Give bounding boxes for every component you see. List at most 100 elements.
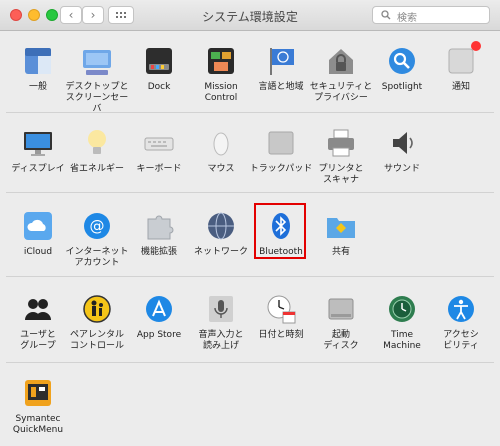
parental-controls-icon	[80, 292, 114, 326]
label-trackpad: トラックパッド	[249, 164, 313, 174]
pref-dock[interactable]: Dock	[126, 44, 192, 93]
label-symantec-quickmenu: Symantec QuickMenu	[12, 414, 64, 435]
label-network: ネットワーク	[193, 247, 248, 257]
language-region-icon	[264, 44, 298, 78]
search-icon	[381, 10, 391, 20]
spotlight-icon	[385, 44, 419, 78]
icloud-icon	[21, 209, 55, 243]
pref-time-machine[interactable]: Time Machine	[369, 292, 435, 352]
energy-saver-icon	[80, 126, 114, 160]
label-printers-scanners: プリンタと スキャナ	[318, 164, 364, 185]
label-displays: ディスプレイ	[11, 164, 65, 174]
label-extensions: 機能拡張	[140, 247, 177, 257]
pref-network[interactable]: ネットワーク	[188, 209, 254, 258]
pref-energy-saver[interactable]: 省エネルギー	[64, 126, 130, 175]
pref-startup-disk[interactable]: 起動 ディスク	[308, 292, 374, 352]
sharing-icon	[324, 209, 358, 243]
display-icon	[21, 126, 55, 160]
label-language-region: 言語と地域	[258, 82, 304, 92]
forward-button[interactable]: ›	[82, 6, 104, 24]
label-dictation-speech: 音声入力と 読み上げ	[198, 330, 244, 351]
pref-icloud[interactable]: iCloud	[5, 209, 71, 258]
chevron-left-icon: ‹	[68, 8, 74, 22]
pref-mouse[interactable]: マウス	[188, 126, 254, 175]
pref-symantec-quickmenu[interactable]: Symantec QuickMenu	[5, 376, 71, 436]
accessibility-icon	[444, 292, 478, 326]
label-desktop-screensaver: デスクトップと スクリーンセーバ	[65, 82, 129, 114]
section-divider	[6, 192, 494, 193]
label-date-time: 日付と時刻	[258, 330, 304, 340]
minimize-window-button[interactable]	[28, 9, 40, 21]
label-mouse: マウス	[207, 164, 235, 174]
label-notifications: 通知	[451, 82, 470, 92]
bluetooth-highlight-box	[254, 203, 306, 259]
system-preferences-window: ‹ › システム環境設定 検索 一般 デスクトップと スクリーンセーバ Dock	[0, 0, 500, 446]
pref-sound[interactable]: サウンド	[369, 126, 435, 175]
extensions-icon	[142, 209, 176, 243]
pref-security-privacy[interactable]: セキュリティと プライバシー	[308, 44, 374, 104]
pref-mission-control[interactable]: Mission Control	[188, 44, 254, 104]
security-icon	[324, 44, 358, 78]
pref-notifications[interactable]: 通知	[428, 41, 494, 93]
trackpad-icon	[264, 126, 298, 160]
symantec-icon	[21, 376, 55, 410]
show-all-button[interactable]	[108, 6, 134, 24]
search-placeholder: 検索	[397, 13, 417, 24]
section-divider	[6, 276, 494, 277]
label-parental-controls: ペアレンタル コントロール	[69, 330, 124, 351]
section-divider	[6, 362, 494, 363]
internet-accounts-icon: @	[80, 209, 114, 243]
title-bar: ‹ › システム環境設定 検索	[0, 0, 500, 31]
pref-language-region[interactable]: 言語と地域	[248, 44, 314, 93]
label-startup-disk: 起動 ディスク	[323, 330, 359, 351]
pref-keyboard[interactable]: キーボード	[126, 126, 192, 175]
zoom-window-button[interactable]	[46, 9, 58, 21]
desktop-icon	[80, 44, 114, 78]
dock-icon	[142, 44, 176, 78]
back-button[interactable]: ‹	[60, 6, 82, 24]
pref-date-time[interactable]: 日付と時刻	[248, 292, 314, 341]
pref-internet-accounts[interactable]: @ インターネット アカウント	[64, 209, 130, 269]
dictation-speech-icon	[204, 292, 238, 326]
label-app-store: App Store	[136, 330, 182, 340]
mission-control-icon	[204, 44, 238, 78]
search-field[interactable]: 検索	[372, 6, 490, 24]
label-spotlight: Spotlight	[381, 82, 423, 92]
window-title: システム環境設定	[202, 10, 298, 24]
pref-printers-scanners[interactable]: プリンタと スキャナ	[308, 126, 374, 186]
app-store-icon	[142, 292, 176, 326]
label-sharing: 共有	[331, 247, 350, 257]
notification-badge	[471, 41, 481, 51]
label-internet-accounts: インターネット アカウント	[65, 247, 129, 268]
sound-icon	[385, 126, 419, 160]
pref-spotlight[interactable]: Spotlight	[369, 44, 435, 93]
users-groups-icon	[21, 292, 55, 326]
label-mission-control: Mission Control	[204, 82, 238, 103]
label-energy-saver: 省エネルギー	[69, 164, 124, 174]
pref-accessibility[interactable]: アクセシ ビリティ	[428, 292, 494, 352]
close-window-button[interactable]	[10, 9, 22, 21]
svg-text:@: @	[90, 217, 105, 235]
label-icloud: iCloud	[23, 247, 53, 257]
pref-desktop-screensaver[interactable]: デスクトップと スクリーンセーバ	[64, 44, 130, 115]
pref-extensions[interactable]: 機能拡張	[126, 209, 192, 258]
general-icon	[21, 44, 55, 78]
label-users-groups: ユーザと グループ	[20, 330, 56, 351]
label-sound: サウンド	[383, 164, 420, 174]
mouse-icon	[204, 126, 238, 160]
time-machine-icon	[385, 292, 419, 326]
pref-sharing[interactable]: 共有	[308, 209, 374, 258]
pref-trackpad[interactable]: トラックパッド	[248, 126, 314, 175]
label-general: 一般	[28, 82, 47, 92]
pref-parental-controls[interactable]: ペアレンタル コントロール	[64, 292, 130, 352]
pref-app-store[interactable]: App Store	[126, 292, 192, 341]
label-keyboard: キーボード	[136, 164, 182, 174]
pref-displays[interactable]: ディスプレイ	[5, 126, 71, 175]
label-dock: Dock	[147, 82, 171, 92]
pref-dictation-speech[interactable]: 音声入力と 読み上げ	[188, 292, 254, 352]
pref-general[interactable]: 一般	[5, 44, 71, 93]
label-time-machine: Time Machine	[383, 330, 421, 351]
printer-icon	[324, 126, 358, 160]
label-accessibility: アクセシ ビリティ	[443, 330, 479, 351]
pref-users-groups[interactable]: ユーザと グループ	[5, 292, 71, 352]
